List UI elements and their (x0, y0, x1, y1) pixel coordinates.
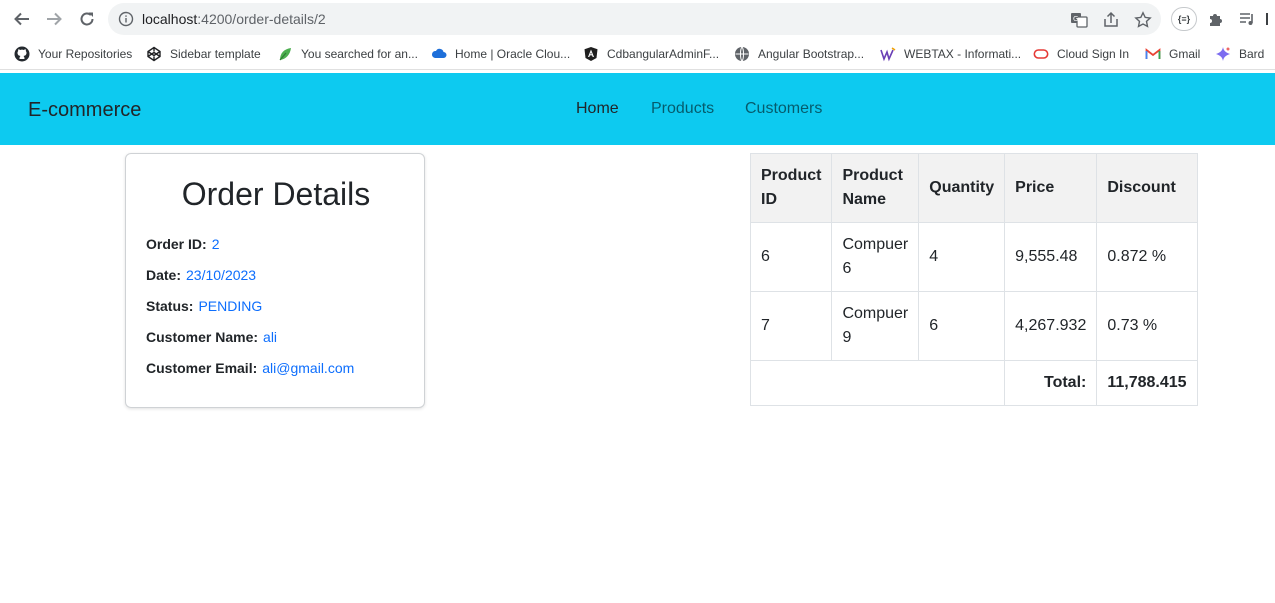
product-id-cell: 6 (749, 222, 833, 292)
cloud-icon (431, 46, 447, 62)
nav-link-home[interactable]: Home (576, 100, 619, 118)
total-value: 11,788.415 (1096, 360, 1198, 406)
reload-icon (80, 12, 94, 26)
bookmark-label: Gmail (1169, 47, 1201, 61)
bookmark-you-searched[interactable]: You searched for an... (277, 45, 418, 63)
angular-icon (583, 46, 599, 62)
webtax-icon (880, 46, 896, 62)
nav-link-products[interactable]: Products (651, 100, 714, 118)
reading-list-icon[interactable] (1237, 9, 1257, 29)
field-label: Order ID: (146, 236, 207, 252)
bookmark-label: Cloud Sign In (1057, 47, 1130, 61)
order-details-title: Order Details (181, 176, 371, 212)
arrow-left-icon (14, 12, 29, 26)
column-header: Discount (1096, 153, 1198, 223)
empty-cell (749, 360, 1006, 406)
column-header: Product Name (831, 153, 920, 223)
bookmark-cdbangular[interactable]: CdbangularAdminF... (583, 45, 719, 63)
info-icon[interactable] (118, 11, 134, 27)
order-status-value: PENDING (198, 298, 263, 314)
extensions-puzzle-icon[interactable] (1206, 9, 1226, 29)
table-row: 7 Compuer 9 6 4,267.932 0.73 % (749, 291, 1198, 361)
discount-cell: 0.872 % (1096, 222, 1198, 292)
column-header: Quantity (918, 153, 1006, 223)
order-details-card: Order Details Order ID: 2 Date: 23/10/2023… (125, 153, 425, 408)
share-icon[interactable] (1102, 11, 1120, 29)
order-id-field: Order ID: 2 (146, 236, 219, 252)
bookmark-label: Your Repositories (38, 47, 133, 61)
github-icon (14, 46, 30, 62)
bookmark-webtax[interactable]: WEBTAX - Informati... (880, 45, 1021, 63)
globe-icon (734, 46, 750, 62)
total-label: Total: (1004, 360, 1098, 406)
order-status-field: Status: PENDING (146, 298, 262, 314)
product-name-cell: Compuer 9 (831, 291, 920, 361)
price-cell: 9,555.48 (1004, 222, 1098, 292)
leaf-icon (277, 46, 293, 62)
url-text[interactable]: localhost:4200/order-details/2 (142, 11, 326, 27)
bookmark-label: Home | Oracle Clou... (455, 47, 571, 61)
table-row: 6 Compuer 6 4 9,555.48 0.872 % (749, 222, 1198, 292)
order-id-value: 2 (211, 236, 220, 252)
order-date-field: Date: 23/10/2023 (146, 267, 256, 283)
nav-link-customers[interactable]: Customers (745, 100, 822, 118)
bookmark-angular-bootstrap[interactable]: Angular Bootstrap... (734, 45, 864, 63)
customer-name-field: Customer Name: ali (146, 329, 277, 345)
gmail-icon (1145, 46, 1161, 62)
url-host: localhost (142, 11, 198, 27)
customer-email-field: Customer Email: ali@gmail.com (146, 360, 354, 376)
customer-email-value: ali@gmail.com (262, 360, 355, 376)
bookmark-sidebar-template[interactable]: Sidebar template (146, 45, 261, 63)
brand-logo[interactable]: E-commerce (28, 99, 141, 122)
bookmark-bard[interactable]: Bard (1215, 45, 1264, 63)
bookmark-label: Sidebar template (170, 47, 261, 61)
app-navbar: E-commerce Home Products Customers (0, 73, 1275, 145)
bookmark-label: Angular Bootstrap... (758, 47, 865, 61)
bookmark-gmail[interactable]: Gmail (1145, 45, 1200, 63)
bookmark-oracle-cloud[interactable]: Home | Oracle Clou... (431, 45, 570, 63)
customer-name-value: ali (263, 329, 278, 345)
bookmark-label: You searched for an... (301, 47, 418, 61)
table-header: Product ID Product Name Quantity Price D… (749, 153, 1198, 223)
bookmark-your-repositories[interactable]: Your Repositories (14, 45, 132, 63)
forward-button[interactable] (42, 8, 66, 30)
url-path: :4200/order-details/2 (197, 11, 326, 27)
order-date-value: 23/10/2023 (186, 267, 257, 283)
discount-cell: 0.73 % (1096, 291, 1198, 361)
svg-text:G: G (1073, 15, 1078, 23)
field-label: Customer Name: (146, 329, 259, 345)
bookmark-cloud-sign-in[interactable]: Cloud Sign In (1033, 45, 1129, 63)
bookmark-label: CdbangularAdminF... (607, 47, 720, 61)
product-name-cell: Compuer 6 (831, 222, 920, 292)
address-bar[interactable]: localhost:4200/order-details/2 G (108, 3, 1161, 35)
price-cell: 4,267.932 (1004, 291, 1098, 361)
field-label: Date: (146, 267, 182, 283)
quantity-cell: 4 (918, 222, 1006, 292)
field-label: Customer Email: (146, 360, 258, 376)
order-items-table: Product ID Product Name Quantity Price D… (749, 153, 1198, 406)
column-header: Price (1004, 153, 1098, 223)
reload-button[interactable] (75, 8, 99, 30)
column-header: Product ID (749, 153, 833, 223)
field-label: Status: (146, 298, 194, 314)
extension-badge[interactable]: {≡} (1171, 7, 1197, 31)
back-button[interactable] (10, 8, 34, 30)
arrow-right-icon (47, 12, 62, 26)
oracle-icon (1033, 46, 1049, 62)
codepen-icon (146, 46, 162, 62)
translate-icon[interactable]: G (1070, 11, 1088, 29)
bookmarks-bar: Your Repositories Sidebar template You s… (0, 38, 1275, 70)
product-id-cell: 7 (749, 291, 833, 361)
bard-icon (1215, 46, 1231, 62)
total-row: Total: 11,788.415 (749, 360, 1198, 406)
bookmark-label: WEBTAX - Informati... (904, 47, 1022, 61)
bookmark-label: Bard (1239, 47, 1265, 61)
browser-toolbar: localhost:4200/order-details/2 G {≡} (0, 0, 1275, 38)
star-icon[interactable] (1134, 11, 1152, 29)
menu-edge-icon[interactable] (1264, 9, 1270, 29)
quantity-cell: 6 (918, 291, 1006, 361)
